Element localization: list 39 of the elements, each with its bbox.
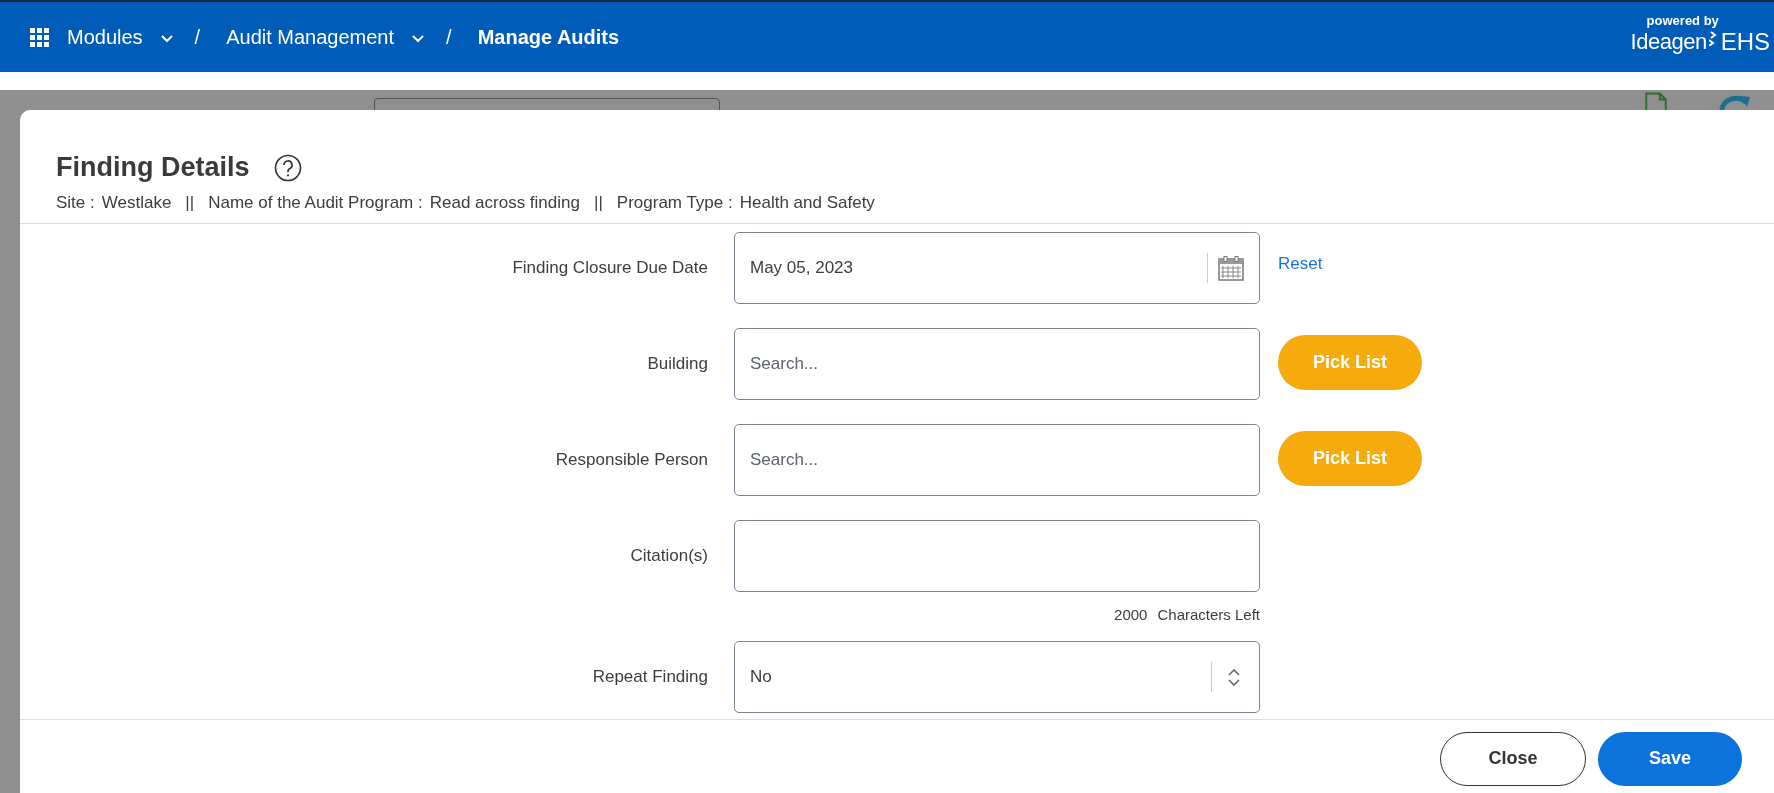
- breadcrumb-menu[interactable]: Audit Management: [226, 25, 425, 49]
- field-label: Building: [646, 353, 709, 375]
- character-count: 2000: [1114, 606, 1148, 623]
- product-name: EHS: [1720, 27, 1770, 56]
- citation-field[interactable]: [734, 520, 1260, 592]
- field-label: Finding Closure Due Date: [511, 257, 709, 279]
- chevron-down-icon: [412, 34, 425, 43]
- meta-value: Read across finding: [429, 193, 580, 213]
- characters-left-label: Characters Left: [1157, 606, 1260, 623]
- meta-value: Health and Safety: [739, 193, 875, 213]
- breadcrumb-separator: /: [446, 25, 452, 49]
- field-label: Citation(s): [629, 545, 709, 567]
- breadcrumb-menu[interactable]: Modules: [67, 25, 173, 49]
- apps-grid-icon[interactable]: [30, 27, 49, 47]
- dialog-title: Finding Details: [56, 152, 250, 183]
- meta-label: Name of the Audit Program :: [208, 193, 423, 213]
- brand-name: Ideagen: [1630, 28, 1707, 55]
- help-icon[interactable]: [273, 153, 302, 182]
- select-field[interactable]: No: [734, 641, 1260, 713]
- search-field[interactable]: Search...: [734, 328, 1260, 400]
- powered-by-text: powered by: [1646, 12, 1719, 28]
- date-field[interactable]: May 05, 2023: [734, 232, 1260, 304]
- meta-separator: ||: [185, 193, 195, 213]
- up-down-chevron-icon: [1228, 668, 1240, 686]
- chevron-down-icon: [160, 34, 173, 43]
- meta-separator: ||: [593, 193, 603, 213]
- field-label: Repeat Finding: [591, 666, 709, 688]
- breadcrumb-current: Manage Audits: [477, 25, 620, 49]
- search-field[interactable]: Search...: [734, 424, 1260, 496]
- meta-value: Westlake: [101, 193, 172, 213]
- breadcrumb-separator: /: [194, 25, 201, 49]
- field-label: Responsible Person: [554, 449, 709, 471]
- close-button[interactable]: Close: [1440, 731, 1586, 786]
- meta-label: Site :: [56, 193, 95, 213]
- brand-mark-icon: [1708, 29, 1717, 46]
- meta-label: Program Type :: [616, 193, 733, 213]
- reset-link[interactable]: Reset: [1278, 254, 1323, 274]
- calendar-icon[interactable]: [1218, 255, 1244, 281]
- save-button[interactable]: Save: [1598, 731, 1742, 786]
